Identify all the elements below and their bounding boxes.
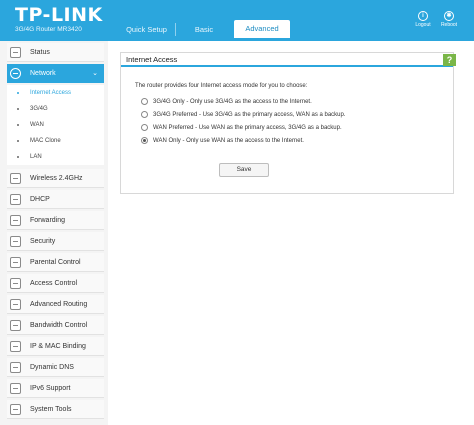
sidebar-item-label: Network (30, 70, 56, 77)
sidebar-item-label: IPv6 Support (30, 385, 71, 392)
sidebar-item-label: Status (30, 49, 50, 56)
binding-icon (10, 341, 21, 352)
sidebar-subitem-wan[interactable]: WAN (7, 117, 104, 133)
sidebar-subitem-lan[interactable]: LAN (7, 149, 104, 165)
sidebar-item-label: Forwarding (30, 217, 66, 224)
radio-wan-preferred[interactable] (141, 124, 148, 131)
sidebar-subitem-label: WAN (30, 122, 44, 128)
sidebar-item-label: DHCP (30, 196, 50, 203)
option-label: 3G/4G Preferred - Use 3G/4G as the prima… (153, 112, 346, 118)
sidebar-item-access-control[interactable]: Access Control (7, 274, 104, 293)
save-button[interactable]: Save (219, 163, 269, 177)
option-label: 3G/4G Only - Only use 3G/4G as the acces… (153, 99, 312, 105)
access-control-icon (10, 278, 21, 289)
option-label: WAN Preferred - Use WAN as the primary a… (153, 125, 342, 131)
tab-basic[interactable]: Basic (176, 23, 232, 36)
tab-advanced[interactable]: Advanced (234, 20, 290, 38)
sidebar-item-label: Access Control (30, 280, 78, 287)
sidebar-item-label: Security (30, 238, 56, 245)
parental-control-icon (10, 257, 21, 268)
radio-3g4g-only[interactable] (141, 98, 148, 105)
bullet-icon (17, 92, 19, 94)
sidebar-item-forwarding[interactable]: Forwarding (7, 211, 104, 230)
panel-header: Internet Access ? (121, 53, 456, 67)
sidebar-item-dynamic-dns[interactable]: Dynamic DNS (7, 358, 104, 377)
ipv6-icon (10, 383, 21, 394)
sidebar-subitem-label: Internet Access (30, 90, 72, 96)
bandwidth-icon (10, 320, 21, 331)
sidebar-subitem-mac-clone[interactable]: MAC Clone (7, 133, 104, 149)
logout-button[interactable]: i Logout (410, 11, 436, 29)
dns-icon (10, 362, 21, 373)
sidebar-item-label: Wireless 2.4GHz (30, 175, 83, 182)
sidebar-item-label: Dynamic DNS (30, 364, 74, 371)
logout-label: Logout (415, 22, 431, 28)
panel-title: Internet Access (126, 55, 178, 64)
router-model: 3G/4G Router MR3420 (15, 26, 82, 33)
sidebar-item-label: System Tools (30, 406, 72, 413)
intro-text: The router provides four Internet access… (135, 83, 308, 89)
sidebar-item-parental-control[interactable]: Parental Control (7, 253, 104, 272)
sidebar-subitem-label: 3G/4G (30, 106, 48, 112)
bullet-icon (17, 156, 19, 158)
option-label: WAN Only - Only use WAN as the access to… (153, 138, 304, 144)
sidebar-item-system-tools[interactable]: System Tools (7, 400, 104, 419)
sidebar-item-advanced-routing[interactable]: Advanced Routing (7, 295, 104, 314)
sidebar-item-status[interactable]: Status (7, 43, 104, 62)
internet-access-panel: Internet Access ? The router provides fo… (120, 52, 456, 194)
tp-link-logo: TP-LINK (15, 4, 103, 26)
status-icon (10, 47, 21, 58)
reboot-icon: ✱ (444, 11, 454, 21)
bullet-icon (17, 140, 19, 142)
tools-icon (10, 404, 21, 415)
sidebar-subitem-label: MAC Clone (30, 138, 61, 144)
top-header: TP-LINK 3G/4G Router MR3420 Quick Setup … (0, 0, 474, 41)
sidebar-item-label: Bandwidth Control (30, 322, 88, 329)
reboot-button[interactable]: ✱ Reboot (436, 11, 462, 29)
logout-icon: i (418, 11, 428, 21)
shield-icon (10, 236, 21, 247)
sidebar-item-bandwidth-control[interactable]: Bandwidth Control (7, 316, 104, 335)
sidebar-item-network[interactable]: Network ⌄ (7, 64, 104, 83)
sidebar-item-label: Parental Control (30, 259, 81, 266)
sidebar-item-ipv6-support[interactable]: IPv6 Support (7, 379, 104, 398)
sidebar-item-dhcp[interactable]: DHCP (7, 190, 104, 209)
wireless-icon (10, 173, 21, 184)
forwarding-icon (10, 215, 21, 226)
sidebar: Status Network ⌄ Internet Access 3G/4G W… (0, 41, 108, 425)
chevron-down-icon: ⌄ (92, 70, 98, 77)
globe-icon (10, 68, 21, 79)
routing-icon (10, 299, 21, 310)
reboot-label: Reboot (440, 22, 458, 28)
bullet-icon (17, 108, 19, 110)
radio-wan-only[interactable] (141, 137, 148, 144)
bullet-icon (17, 124, 19, 126)
sidebar-item-security[interactable]: Security (7, 232, 104, 251)
help-icon[interactable]: ? (443, 54, 456, 66)
tab-quick-setup[interactable]: Quick Setup (118, 23, 176, 36)
sidebar-subitem-internet-access[interactable]: Internet Access (7, 85, 104, 101)
sidebar-subitem-label: LAN (30, 154, 42, 160)
sidebar-item-wireless[interactable]: Wireless 2.4GHz (7, 169, 104, 188)
sidebar-subitem-3g4g[interactable]: 3G/4G (7, 101, 104, 117)
dhcp-icon (10, 194, 21, 205)
radio-3g4g-preferred[interactable] (141, 111, 148, 118)
sidebar-item-label: IP & MAC Binding (30, 343, 86, 350)
sidebar-item-ip-mac-binding[interactable]: IP & MAC Binding (7, 337, 104, 356)
sidebar-item-label: Advanced Routing (30, 301, 88, 308)
